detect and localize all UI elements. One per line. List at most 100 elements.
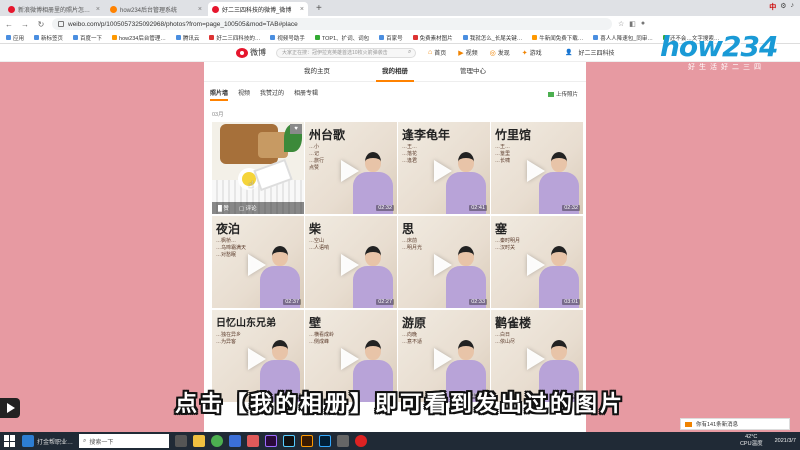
browser-tab-1[interactable]: how234后台管理系统 × [106,2,206,16]
tab-video[interactable]: 视频 [238,88,250,101]
game-icon: ✦ [521,49,528,57]
play-icon[interactable] [434,254,452,276]
tab-my-album[interactable]: 我的相册 [376,62,414,82]
tab-photo-wall[interactable]: 照片墙 [210,88,229,101]
back-arrow-icon[interactable]: ← [4,20,14,29]
close-icon[interactable]: × [96,6,100,13]
home-icon: ⌂ [428,49,433,56]
running-app[interactable]: 打金帮职业… [22,435,73,447]
explorer-icon[interactable] [193,435,206,447]
app-icon[interactable] [283,435,296,447]
forward-arrow-icon[interactable]: → [20,20,30,29]
tab-management[interactable]: 管理中心 [454,62,492,82]
search-icon[interactable]: ⌕ [408,49,411,56]
illustrator-icon[interactable] [301,435,314,447]
reload-icon[interactable]: ↻ [36,20,46,29]
video-title: 日忆山东兄弟 [216,318,276,329]
new-tab-button[interactable]: + [310,2,328,16]
bookmark-item[interactable]: 百度一下 [73,34,102,42]
bookmark-item[interactable]: 视频号助手 [270,34,305,42]
bookmark-item[interactable]: how234后台管理… [112,34,166,42]
side-play-icon[interactable] [0,398,20,418]
search-input[interactable]: 大家正在搜：冠伊拉克英雄首选10枚火箭弹袭击 [276,48,416,58]
task-view-icon[interactable] [175,435,188,447]
play-icon[interactable] [527,348,545,370]
browser-tab-2[interactable]: 好二三四科技的微博_微博 × [208,2,308,16]
video-tile[interactable]: 州台歌 …小 …记 …旅行 点赞 02:32 [305,122,397,214]
bookmark-item[interactable]: 应用 [6,34,24,42]
video-duration: 02:41 [469,205,487,211]
message-notification[interactable]: 你有141条新消息 [680,418,790,430]
app-icon[interactable] [337,435,350,447]
play-icon[interactable] [434,160,452,182]
bookmark-item[interactable]: 牛新闻免费下载… [532,34,583,42]
tab-liked[interactable]: 我赞过的 [260,88,284,101]
browser-tab-0[interactable]: 新浪微博相册里的照片怎么删_百… × [4,2,104,16]
url-input[interactable]: weibo.com/p/1005057325092968/photos?from… [52,18,612,30]
tab-albums[interactable]: 相册专辑 [294,88,318,101]
bookmark-item[interactable]: 百家号 [379,34,403,42]
play-icon[interactable] [434,348,452,370]
browser-tab-bar: 新浪微博相册里的照片怎么删_百… × how234后台管理系统 × 好二三四科技… [0,0,800,16]
play-icon[interactable] [248,254,266,276]
sound-icon[interactable]: ♪ [791,2,795,12]
like-badge-icon[interactable]: ♥ [290,124,302,134]
play-icon[interactable] [527,160,545,182]
system-clock[interactable]: 2021/3/7 [775,438,796,445]
bookmark-item[interactable]: TOP1、扩词、词包 [314,34,369,42]
like-button[interactable]: █ 赞 [218,204,229,212]
tab-title: how234后台管理系统 [120,7,178,14]
play-icon[interactable] [248,348,266,370]
nav-home[interactable]: ⌂ 首页 [428,48,446,57]
weibo-eye-icon [236,47,248,58]
windows-start-icon[interactable] [4,435,16,447]
play-icon[interactable] [527,254,545,276]
premiere-icon[interactable] [265,435,278,447]
close-icon[interactable]: × [198,6,202,13]
user-menu[interactable]: 👤 好二三四科技 [565,48,615,57]
chrome-icon[interactable] [211,435,224,447]
video-tile[interactable]: 柴 …空山 …人语响 02:27 [305,216,397,308]
bookmark-item[interactable]: 新标签页 [34,34,63,42]
close-icon[interactable]: × [300,6,304,13]
video-title: 竹里馆 [495,128,532,142]
ime-indicator[interactable]: 中 [769,2,776,12]
video-subtitle: …秦时明月 …汉时关 [495,238,521,251]
taskbar-search-input[interactable]: ⌕ 搜索一下 [79,434,170,448]
play-icon[interactable] [341,160,359,182]
settings-icon[interactable]: ⚙ [780,2,786,12]
album-subtabs: 照片墙 视频 我赞过的 相册专辑 [210,88,318,101]
photo-tile[interactable]: ☝ ♥ █ 赞 ▢ 评论 [212,122,304,214]
extension-icon[interactable]: ◧ [629,20,636,28]
tab-title: 好二三四科技的微博_微博 [222,7,292,14]
bookmark-icon [462,35,468,40]
nav-video[interactable]: ▶ 视频 [458,48,477,58]
bookmark-item[interactable]: 腾讯云 [175,34,199,42]
comment-button[interactable]: ▢ 评论 [239,204,257,212]
record-icon[interactable] [355,435,368,447]
bookmark-item[interactable]: 我就怎么_长尾关键… [462,34,522,42]
video-tile[interactable]: 夜泊 …枫桥… …乌啼霜满天 …对愁眠 02:37 [212,216,304,308]
profile-icon[interactable]: ● [641,20,645,28]
bookmark-item[interactable]: 喜人人降速包_同审… [593,34,653,42]
video-tile[interactable]: 逢李龟年 …王… …落花 …逢君 02:41 [398,122,490,214]
bookmark-item[interactable]: 免费素材图片 [412,34,453,42]
play-icon[interactable] [341,348,359,370]
video-title: 塞 [495,222,508,236]
upload-photo-button[interactable]: 上传照片 [547,90,578,98]
logo-text: 微博 [250,48,266,57]
play-icon[interactable] [341,254,359,276]
nav-discover[interactable]: ◎ 发现 [490,48,510,58]
bookmark-item[interactable]: 好二三四科技的… [209,34,260,42]
tab-my-home[interactable]: 我的主页 [298,62,336,82]
video-tile[interactable]: 思 …床前 …明月光 02:33 [398,216,490,308]
star-icon[interactable]: ☆ [618,20,624,28]
app-icon[interactable] [247,435,260,447]
video-tile[interactable]: 竹里馆 …王… …篁里 …长啸 02:32 [491,122,583,214]
video-tile[interactable]: 塞 …秦时明月 …汉时关 03:01 [491,216,583,308]
bookmark-icon [412,35,418,40]
photoshop-icon[interactable] [319,435,332,447]
app-icon[interactable] [229,435,242,447]
nav-game[interactable]: ✦ 游戏 [521,48,542,58]
weibo-logo[interactable]: 微博 [236,47,266,58]
